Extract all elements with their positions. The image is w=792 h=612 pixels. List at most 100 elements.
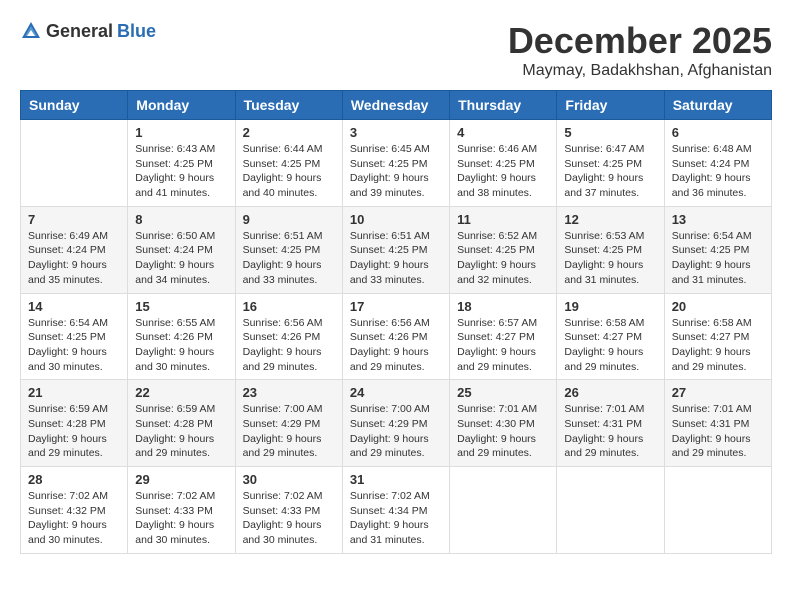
day-info: Sunrise: 6:50 AMSunset: 4:24 PMDaylight:… xyxy=(135,229,227,288)
day-number: 15 xyxy=(135,299,227,314)
calendar-day-cell: 24 Sunrise: 7:00 AMSunset: 4:29 PMDayligh… xyxy=(342,380,449,467)
day-info: Sunrise: 6:59 AMSunset: 4:28 PMDaylight:… xyxy=(28,402,120,461)
day-info: Sunrise: 6:51 AMSunset: 4:25 PMDaylight:… xyxy=(350,229,442,288)
calendar-day-cell: 18 Sunrise: 6:57 AMSunset: 4:27 PMDayligh… xyxy=(450,293,557,380)
day-info: Sunrise: 6:48 AMSunset: 4:24 PMDaylight:… xyxy=(672,142,764,201)
day-number: 7 xyxy=(28,212,120,227)
day-number: 14 xyxy=(28,299,120,314)
day-info: Sunrise: 7:01 AMSunset: 4:31 PMDaylight:… xyxy=(672,402,764,461)
day-info: Sunrise: 6:54 AMSunset: 4:25 PMDaylight:… xyxy=(28,316,120,375)
calendar-day-cell: 23Sunrise: 7:00 AMSunset: 4:29 PMDayligh… xyxy=(235,380,342,467)
weekday-header-cell: Friday xyxy=(557,91,664,120)
month-title: December 2025 xyxy=(508,20,772,62)
day-info: Sunrise: 6:51 AMSunset: 4:25 PMDaylight:… xyxy=(243,229,335,288)
day-info: Sunrise: 6:56 AMSunset: 4:26 PMDaylight:… xyxy=(243,316,335,375)
day-number: 26 xyxy=(564,385,656,400)
day-info: Sunrise: 6:43 AMSunset: 4:25 PMDaylight:… xyxy=(135,142,227,201)
calendar-day-cell: 10 Sunrise: 6:51 AMSunset: 4:25 PMDayligh… xyxy=(342,206,449,293)
day-number: 28 xyxy=(28,472,120,487)
day-info: Sunrise: 6:59 AMSunset: 4:28 PMDaylight:… xyxy=(135,402,227,461)
weekday-header-row: SundayMondayTuesdayWednesdayThursdayFrid… xyxy=(21,91,772,120)
weekday-header-cell: Wednesday xyxy=(342,91,449,120)
day-info: Sunrise: 6:52 AMSunset: 4:25 PMDaylight:… xyxy=(457,229,549,288)
calendar-day-cell: 14 Sunrise: 6:54 AMSunset: 4:25 PMDayligh… xyxy=(21,293,128,380)
calendar-day-cell: 20 Sunrise: 6:58 AMSunset: 4:27 PMDayligh… xyxy=(664,293,771,380)
calendar-day-cell: 27 Sunrise: 7:01 AMSunset: 4:31 PMDayligh… xyxy=(664,380,771,467)
day-number: 21 xyxy=(28,385,120,400)
calendar-day-cell: 6Sunrise: 6:48 AMSunset: 4:24 PMDaylight… xyxy=(664,120,771,207)
day-number: 29 xyxy=(135,472,227,487)
day-number: 10 xyxy=(350,212,442,227)
day-number: 2 xyxy=(243,125,335,140)
calendar-day-cell: 30 Sunrise: 7:02 AMSunset: 4:33 PMDayligh… xyxy=(235,467,342,554)
calendar-day-cell: 5Sunrise: 6:47 AMSunset: 4:25 PMDaylight… xyxy=(557,120,664,207)
calendar-week-row: 14 Sunrise: 6:54 AMSunset: 4:25 PMDayligh… xyxy=(21,293,772,380)
weekday-header-cell: Tuesday xyxy=(235,91,342,120)
day-info: Sunrise: 7:02 AMSunset: 4:33 PMDaylight:… xyxy=(135,489,227,548)
calendar-week-row: 1Sunrise: 6:43 AMSunset: 4:25 PMDaylight… xyxy=(21,120,772,207)
weekday-header-cell: Monday xyxy=(128,91,235,120)
day-number: 11 xyxy=(457,212,549,227)
logo-blue-text: Blue xyxy=(117,21,156,42)
day-number: 19 xyxy=(564,299,656,314)
day-number: 5 xyxy=(564,125,656,140)
calendar-day-cell: 21 Sunrise: 6:59 AMSunset: 4:28 PMDayligh… xyxy=(21,380,128,467)
calendar-day-cell xyxy=(557,467,664,554)
day-number: 31 xyxy=(350,472,442,487)
day-info: Sunrise: 7:02 AMSunset: 4:32 PMDaylight:… xyxy=(28,489,120,548)
day-info: Sunrise: 6:56 AMSunset: 4:26 PMDaylight:… xyxy=(350,316,442,375)
title-area: December 2025 Maymay, Badakhshan, Afghan… xyxy=(508,20,772,80)
calendar-week-row: 28 Sunrise: 7:02 AMSunset: 4:32 PMDayligh… xyxy=(21,467,772,554)
location-title: Maymay, Badakhshan, Afghanistan xyxy=(508,62,772,80)
day-number: 4 xyxy=(457,125,549,140)
day-info: Sunrise: 7:01 AMSunset: 4:30 PMDaylight:… xyxy=(457,402,549,461)
day-number: 30 xyxy=(243,472,335,487)
day-info: Sunrise: 6:54 AMSunset: 4:25 PMDaylight:… xyxy=(672,229,764,288)
day-info: Sunrise: 6:49 AMSunset: 4:24 PMDaylight:… xyxy=(28,229,120,288)
calendar-day-cell: 9 Sunrise: 6:51 AMSunset: 4:25 PMDaylight… xyxy=(235,206,342,293)
calendar-day-cell: 25 Sunrise: 7:01 AMSunset: 4:30 PMDayligh… xyxy=(450,380,557,467)
logo: General Blue xyxy=(20,20,156,42)
day-info: Sunrise: 6:57 AMSunset: 4:27 PMDaylight:… xyxy=(457,316,549,375)
day-info: Sunrise: 6:46 AMSunset: 4:25 PMDaylight:… xyxy=(457,142,549,201)
day-number: 3 xyxy=(350,125,442,140)
day-number: 23 xyxy=(243,385,335,400)
calendar-day-cell: 16 Sunrise: 6:56 AMSunset: 4:26 PMDayligh… xyxy=(235,293,342,380)
calendar-week-row: 21 Sunrise: 6:59 AMSunset: 4:28 PMDayligh… xyxy=(21,380,772,467)
calendar-day-cell: 22Sunrise: 6:59 AMSunset: 4:28 PMDayligh… xyxy=(128,380,235,467)
calendar-day-cell: 15Sunrise: 6:55 AMSunset: 4:26 PMDayligh… xyxy=(128,293,235,380)
weekday-header-cell: Sunday xyxy=(21,91,128,120)
day-number: 9 xyxy=(243,212,335,227)
calendar-day-cell xyxy=(450,467,557,554)
day-number: 20 xyxy=(672,299,764,314)
day-info: Sunrise: 7:02 AMSunset: 4:34 PMDaylight:… xyxy=(350,489,442,548)
calendar-day-cell xyxy=(664,467,771,554)
calendar-day-cell xyxy=(21,120,128,207)
day-info: Sunrise: 7:02 AMSunset: 4:33 PMDaylight:… xyxy=(243,489,335,548)
day-number: 12 xyxy=(564,212,656,227)
day-number: 18 xyxy=(457,299,549,314)
calendar-day-cell: 3Sunrise: 6:45 AMSunset: 4:25 PMDaylight… xyxy=(342,120,449,207)
day-info: Sunrise: 7:01 AMSunset: 4:31 PMDaylight:… xyxy=(564,402,656,461)
day-info: Sunrise: 6:53 AMSunset: 4:25 PMDaylight:… xyxy=(564,229,656,288)
calendar-body: 1Sunrise: 6:43 AMSunset: 4:25 PMDaylight… xyxy=(21,120,772,554)
day-number: 13 xyxy=(672,212,764,227)
day-number: 25 xyxy=(457,385,549,400)
day-info: Sunrise: 6:44 AMSunset: 4:25 PMDaylight:… xyxy=(243,142,335,201)
calendar-week-row: 7 Sunrise: 6:49 AMSunset: 4:24 PMDaylight… xyxy=(21,206,772,293)
day-info: Sunrise: 7:00 AMSunset: 4:29 PMDaylight:… xyxy=(350,402,442,461)
calendar-day-cell: 31 Sunrise: 7:02 AMSunset: 4:34 PMDayligh… xyxy=(342,467,449,554)
logo-icon xyxy=(20,20,42,42)
calendar-day-cell: 8Sunrise: 6:50 AMSunset: 4:24 PMDaylight… xyxy=(128,206,235,293)
calendar-day-cell: 28 Sunrise: 7:02 AMSunset: 4:32 PMDayligh… xyxy=(21,467,128,554)
day-number: 24 xyxy=(350,385,442,400)
logo-general-text: General xyxy=(46,21,113,42)
day-number: 16 xyxy=(243,299,335,314)
calendar-day-cell: 29 Sunrise: 7:02 AMSunset: 4:33 PMDayligh… xyxy=(128,467,235,554)
day-number: 17 xyxy=(350,299,442,314)
calendar-day-cell: 26 Sunrise: 7:01 AMSunset: 4:31 PMDayligh… xyxy=(557,380,664,467)
calendar-day-cell: 19Sunrise: 6:58 AMSunset: 4:27 PMDayligh… xyxy=(557,293,664,380)
day-info: Sunrise: 6:58 AMSunset: 4:27 PMDaylight:… xyxy=(672,316,764,375)
day-number: 27 xyxy=(672,385,764,400)
page-header: General Blue December 2025 Maymay, Badak… xyxy=(20,20,772,80)
